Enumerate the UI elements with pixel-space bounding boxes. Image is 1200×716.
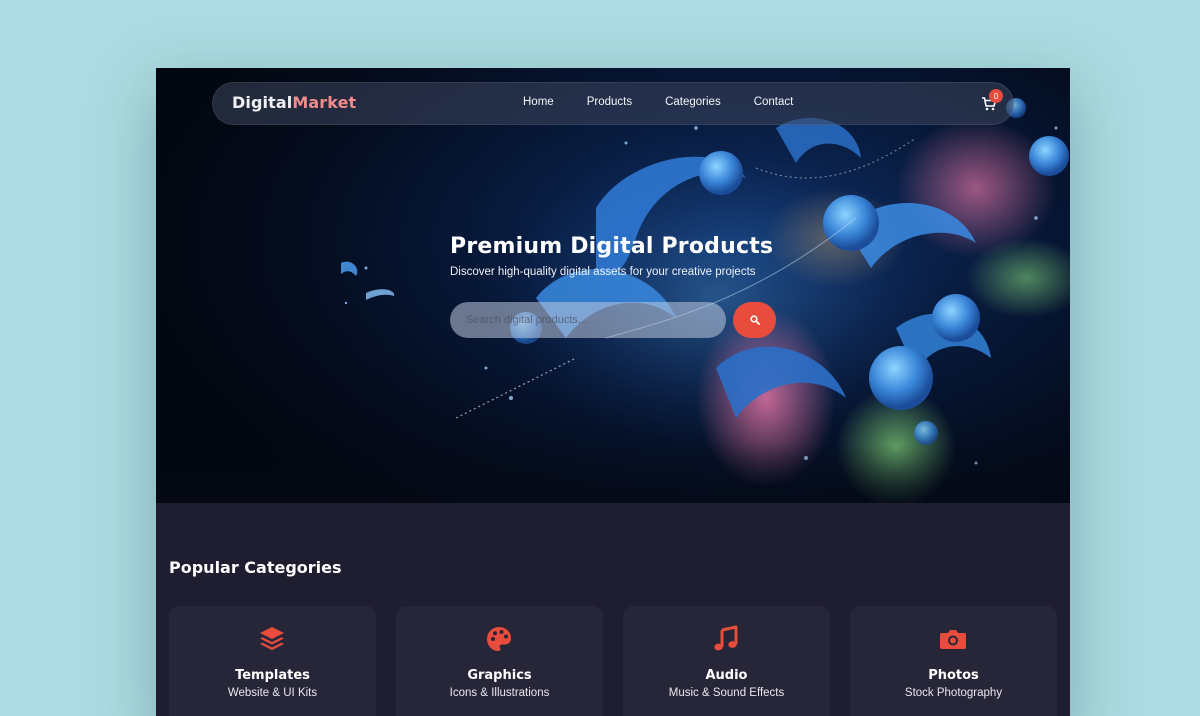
cart-count-badge: 0	[989, 89, 1003, 103]
brand-logo[interactable]: DigitalMarket	[232, 93, 356, 112]
section-title-popular-categories: Popular Categories	[169, 558, 342, 577]
category-card-templates[interactable]: Templates Website & UI Kits	[169, 606, 376, 716]
hero-subtitle: Discover high-quality digital assets for…	[450, 266, 756, 278]
category-title: Audio	[705, 668, 748, 683]
category-card-audio[interactable]: Audio Music & Sound Effects	[623, 606, 830, 716]
category-description: Music & Sound Effects	[668, 687, 785, 699]
category-cards: Templates Website & UI Kits Graphics Ico…	[169, 606, 1070, 716]
palette-icon	[487, 627, 511, 651]
category-description: Website & UI Kits	[227, 687, 318, 699]
nav-link-categories[interactable]: Categories	[665, 96, 721, 108]
browser-page: DigitalMarket Home Products Categories C…	[156, 68, 1070, 716]
search-icon	[749, 315, 760, 325]
category-title: Graphics	[467, 668, 532, 683]
search-button[interactable]	[733, 302, 776, 338]
layers-icon	[260, 627, 284, 650]
category-description: Stock Photography	[904, 687, 1003, 699]
nav-link-contact[interactable]: Contact	[754, 96, 794, 108]
category-title: Templates	[235, 668, 310, 683]
nav-links: Home Products Categories Contact	[523, 96, 826, 108]
hero-section: DigitalMarket Home Products Categories C…	[156, 68, 1070, 503]
category-card-photos[interactable]: Photos Stock Photography	[850, 606, 1057, 716]
navbar: DigitalMarket Home Products Categories C…	[212, 82, 1014, 125]
nav-link-products[interactable]: Products	[587, 96, 632, 108]
search-input[interactable]	[450, 302, 726, 338]
category-card-graphics[interactable]: Graphics Icons & Illustrations	[396, 606, 603, 716]
category-description: Icons & Illustrations	[449, 687, 550, 699]
hero-background-art	[341, 98, 1070, 503]
nav-link-home[interactable]: Home	[523, 96, 554, 108]
brand-name-part1: Digital	[232, 93, 293, 112]
camera-icon	[940, 630, 966, 649]
hero-title: Premium Digital Products	[450, 234, 774, 259]
brand-name-part2: Market	[292, 93, 357, 112]
hero-bottom-fade	[156, 443, 1070, 503]
category-title: Photos	[928, 668, 979, 683]
music-note-icon	[714, 625, 738, 651]
